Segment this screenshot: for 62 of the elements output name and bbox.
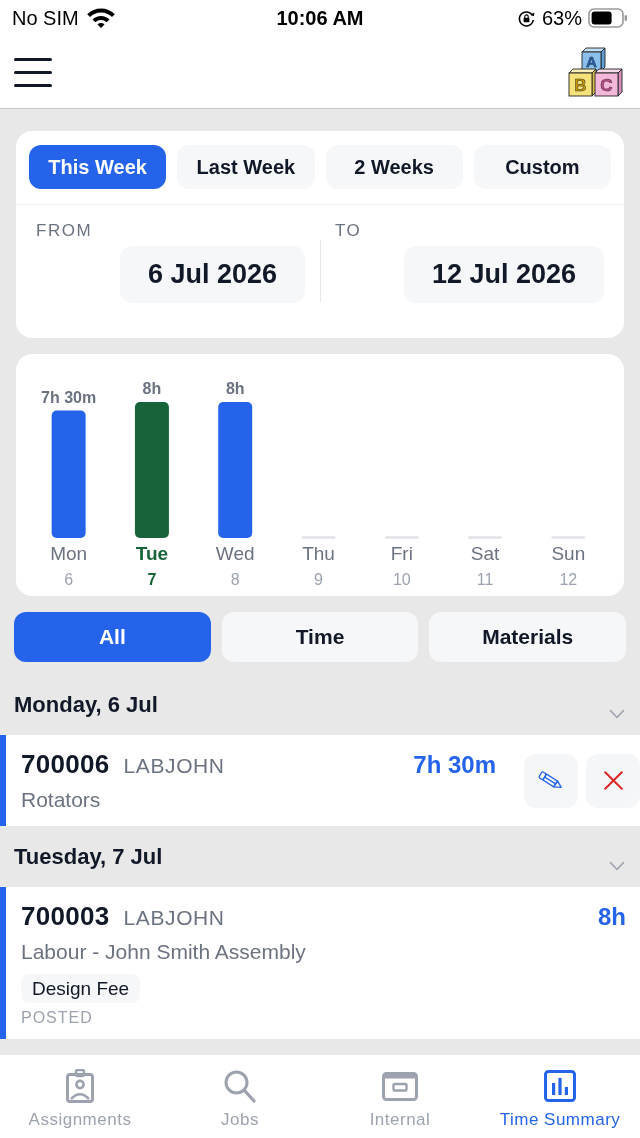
filter-tab[interactable]: Time — [221, 612, 419, 662]
from-date-field[interactable]: 6 Jul 2026 — [119, 246, 305, 303]
job-number: 700003 — [21, 901, 110, 931]
bar-value-label: 8h — [142, 380, 162, 397]
menu-icon[interactable] — [14, 57, 52, 87]
delete-x-icon — [603, 771, 623, 790]
time-entry-card[interactable]: 700003 LABJOHN 8h Labour - John Smith Assembly Design Fee POSTED — [0, 887, 640, 1039]
range-tab[interactable]: 2 Weeks — [325, 145, 463, 189]
filter-tab[interactable]: Materials — [429, 612, 626, 662]
weekday-label: Tue — [135, 543, 169, 564]
tab-bar-item[interactable]: Time Summary — [499, 1069, 621, 1130]
wifi-icon — [86, 7, 115, 29]
abc-blocks-logo: A B C — [567, 45, 625, 99]
day-heading: Tuesday, 7 Jul — [14, 844, 163, 870]
chart-bar[interactable] — [51, 410, 86, 538]
carrier-label: No SIM — [12, 6, 79, 30]
weekday-label: Sun — [551, 543, 586, 564]
battery-percent: 63% — [541, 6, 582, 30]
filter-tab[interactable]: All — [14, 612, 211, 662]
rotation-lock-icon — [516, 8, 536, 28]
date-label: 10 — [392, 571, 411, 588]
date-label: 12 — [559, 571, 578, 588]
day-heading: Monday, 6 Jul — [14, 692, 158, 718]
weekday-label: Fri — [390, 543, 413, 564]
weekday-label: Sat — [470, 543, 500, 564]
id-badge-icon — [66, 1069, 94, 1103]
weekday-label: Mon — [50, 543, 88, 564]
weekday-label: Wed — [215, 543, 255, 564]
range-tab[interactable]: Last Week — [177, 145, 315, 189]
user-code: LABJOHN — [123, 905, 225, 931]
bar-value-label: 7h 30m — [41, 388, 97, 406]
date-label: 9 — [314, 571, 323, 588]
status-label: POSTED — [21, 1009, 93, 1027]
time-entry-card[interactable]: 700006 LABJOHN 7h 30m Rotators — [0, 735, 640, 826]
entry-description: Labour - John Smith Assembly — [21, 940, 306, 964]
to-label: TO — [335, 222, 362, 240]
pencil-icon — [538, 770, 564, 791]
bar-chart-icon — [544, 1070, 576, 1102]
from-label: FROM — [36, 222, 93, 240]
edit-button[interactable] — [524, 753, 578, 808]
entry-duration: 7h 30m — [413, 750, 496, 780]
chart-bar[interactable] — [134, 402, 169, 538]
date-label: 6 — [64, 571, 74, 588]
entry-description: Rotators — [21, 788, 101, 812]
job-number: 700006 — [21, 749, 110, 779]
clock-time: 10:06 AM — [276, 6, 364, 30]
search-icon — [224, 1069, 256, 1103]
date-label: 8 — [230, 571, 240, 588]
date-label: 7 — [147, 571, 157, 588]
delete-button[interactable] — [586, 753, 640, 808]
bar-value-label: 8h — [225, 380, 245, 397]
chart-bar[interactable] — [218, 402, 253, 538]
weekday-label: Thu — [302, 543, 335, 564]
range-tab[interactable]: Custom — [473, 145, 611, 189]
battery-icon — [588, 8, 628, 28]
user-code: LABJOHN — [123, 753, 225, 779]
category-tag: Design Fee — [21, 974, 141, 1003]
date-label: 11 — [476, 571, 494, 588]
range-tab[interactable]: This Week — [29, 145, 167, 189]
entry-duration: 8h — [598, 902, 626, 932]
window-icon — [382, 1071, 418, 1101]
to-date-field[interactable]: 12 Jul 2026 — [403, 246, 604, 303]
